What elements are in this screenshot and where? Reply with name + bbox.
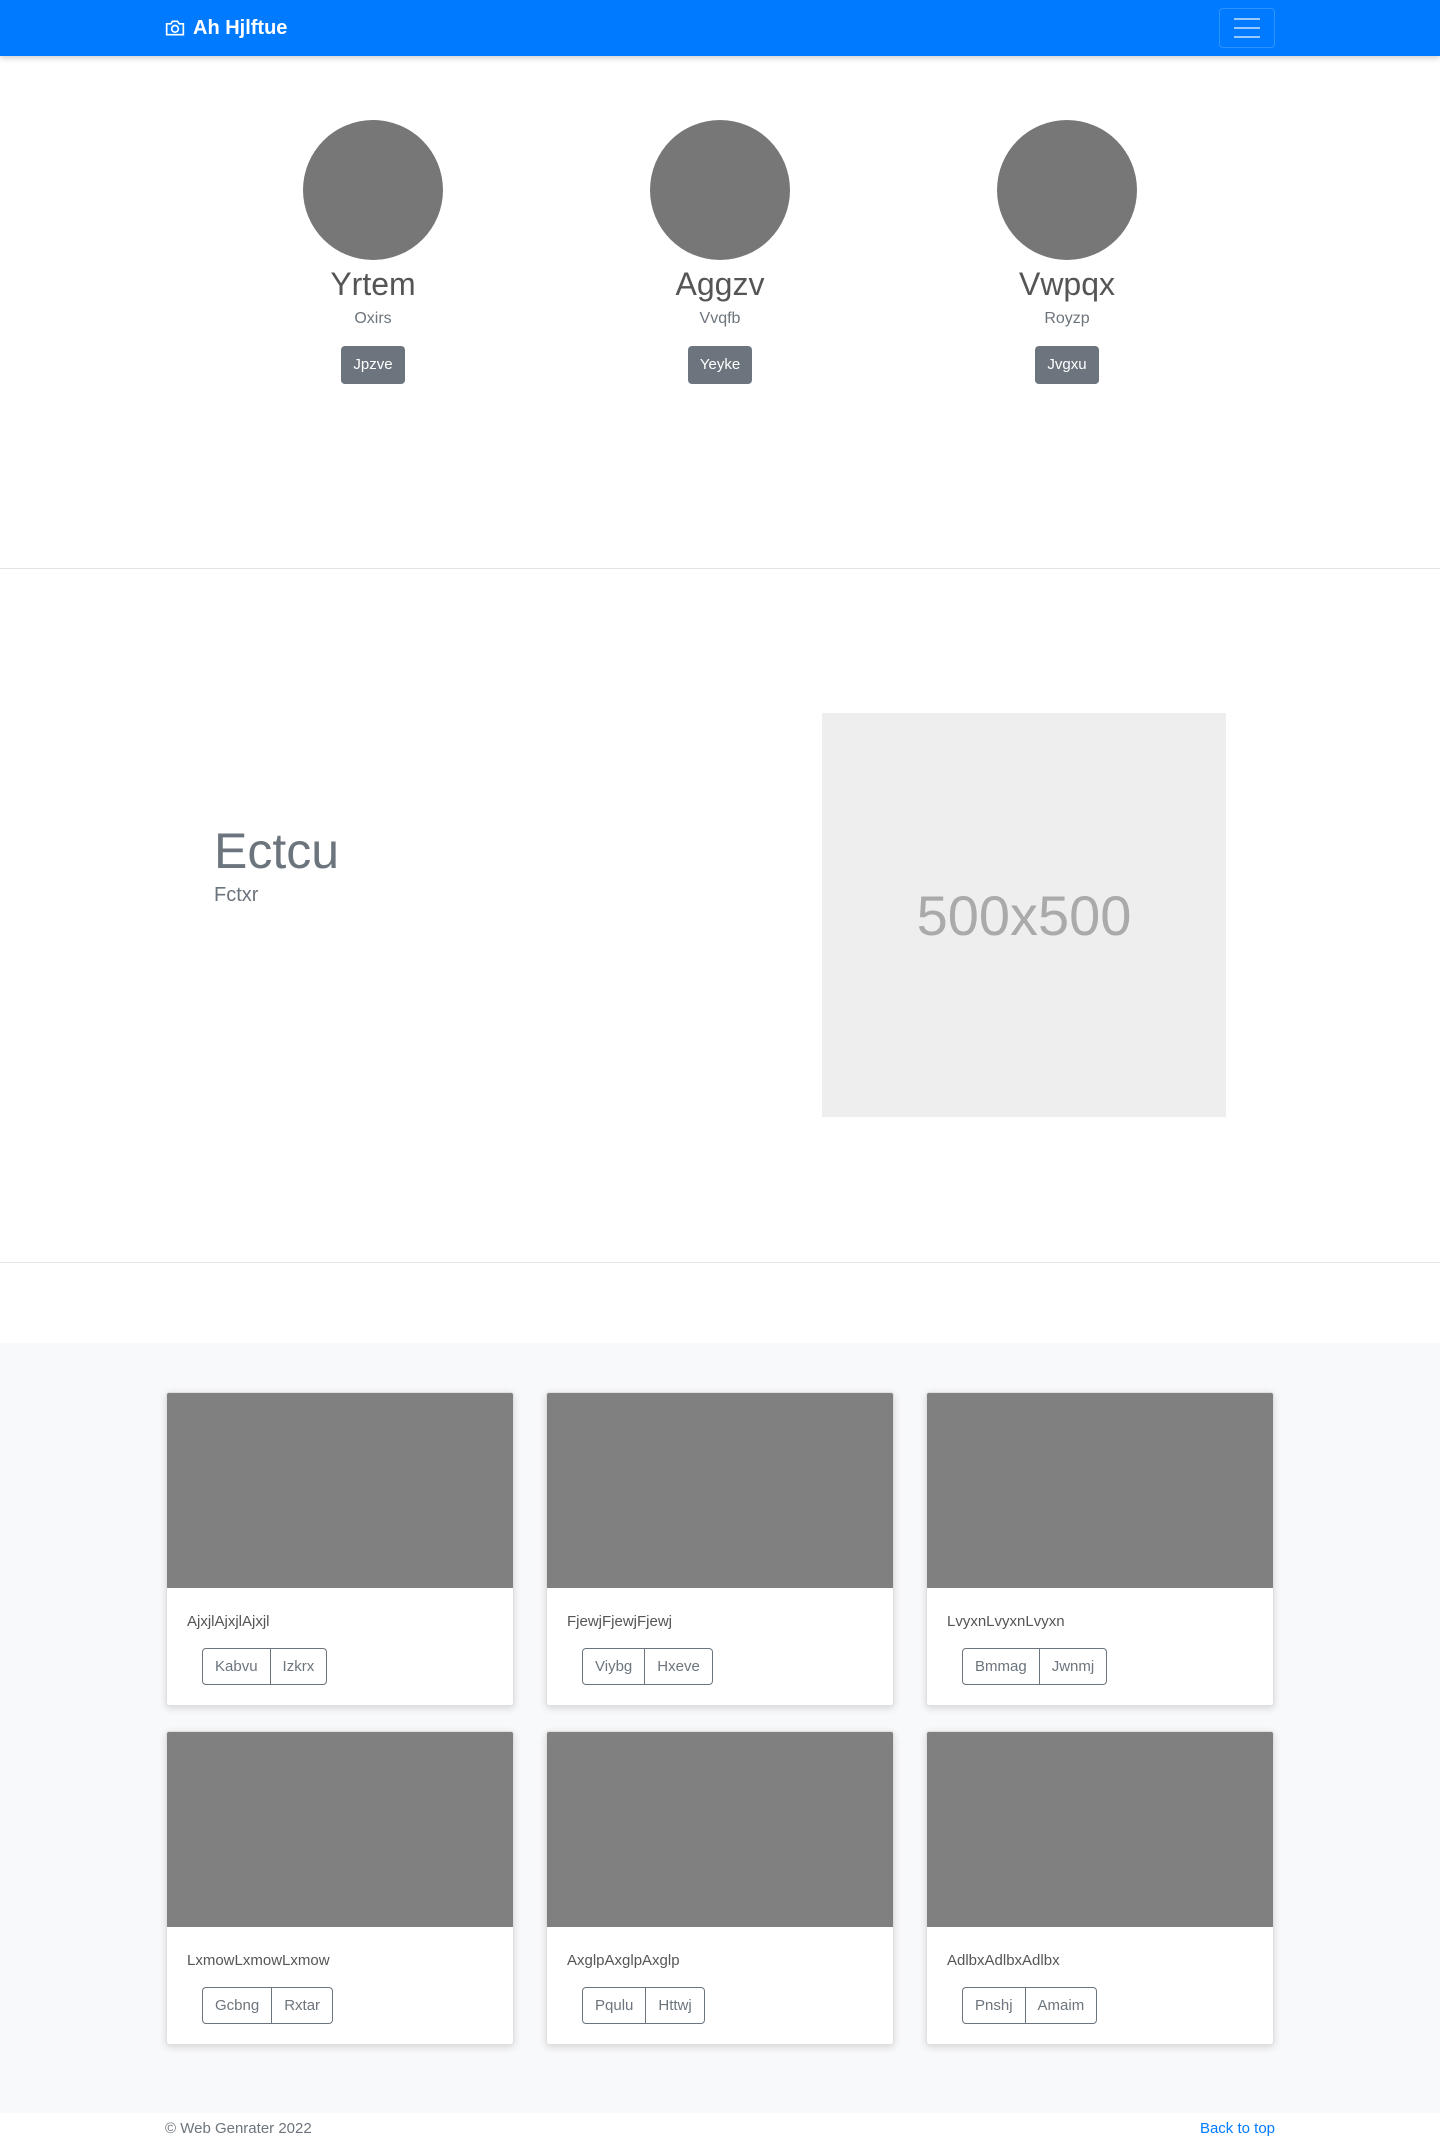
navbar: Ah Hjlftue [0, 0, 1440, 56]
gallery-card: LxmowLxmowLxmow Gcbng Rxtar [166, 1731, 514, 2045]
navbar-brand[interactable]: Ah Hjlftue [165, 14, 287, 42]
card-text: LvyxnLvyxnLvyxn [947, 1613, 1065, 1630]
card-view-button[interactable]: Bmmag [962, 1648, 1040, 1685]
card-view-button[interactable]: Viybg [582, 1648, 646, 1685]
person-card: Yrtem Oxirs Jpzve [253, 120, 493, 384]
card-image [167, 1393, 513, 1588]
card-edit-button[interactable]: Rxtar [272, 1987, 334, 2024]
card-button-group: Gcbng Rxtar [202, 1987, 334, 2024]
back-to-top-link[interactable]: Back to top [1200, 2120, 1275, 2137]
camera-icon [165, 20, 185, 36]
person-role: Oxirs [354, 310, 392, 327]
card-button-group: Viybg Hxeve [582, 1648, 713, 1685]
card-view-button[interactable]: Pqulu [582, 1987, 647, 2024]
card-edit-button[interactable]: Jwnmj [1039, 1648, 1108, 1685]
avatar [997, 120, 1137, 260]
person-role: Royzp [1044, 310, 1090, 327]
person-card: Vwpqx Royzp Jvgxu [947, 120, 1187, 384]
card-text: AxglpAxglpAxglp [567, 1952, 680, 1969]
card-edit-button[interactable]: Hxeve [645, 1648, 713, 1685]
card-button-group: Pqulu Httwj [582, 1987, 705, 2024]
brand-text: Ah Hjlftue [193, 16, 288, 39]
card-button-group: Bmmag Jwnmj [962, 1648, 1108, 1685]
person-action-button[interactable]: Yeyke [687, 346, 753, 384]
gallery-card: AxglpAxglpAxglp Pqulu Httwj [546, 1731, 894, 2045]
card-gallery: AjxjlAjxjlAjxjl Kabvu Izkrx FjewjFjewjFj… [0, 1343, 1440, 2113]
person-card: Aggzv Vvqfb Yeyke [600, 120, 840, 384]
gallery-card: LvyxnLvyxnLvyxn Bmmag Jwnmj [926, 1392, 1274, 1706]
avatar [650, 120, 790, 260]
person-action-button[interactable]: Jpzve [341, 346, 405, 384]
gallery-card: AjxjlAjxjlAjxjl Kabvu Izkrx [166, 1392, 514, 1706]
card-image [927, 1393, 1273, 1588]
card-edit-button[interactable]: Amaim [1025, 1987, 1098, 2024]
card-view-button[interactable]: Gcbng [202, 1987, 273, 2024]
card-edit-button[interactable]: Izkrx [270, 1648, 328, 1685]
card-image [167, 1732, 513, 1927]
person-name: Vwpqx [1018, 266, 1116, 302]
section-divider [0, 568, 1440, 569]
section-divider [0, 1262, 1440, 1263]
card-image [547, 1393, 893, 1588]
footer-copyright: © Web Genrater 2022 [165, 2120, 312, 2137]
card-image [547, 1732, 893, 1927]
person-role: Vvqfb [699, 310, 741, 327]
card-text: AjxjlAjxjlAjxjl [187, 1613, 270, 1630]
card-image [927, 1732, 1273, 1927]
feature-text: Ectcu Fctxr [214, 822, 339, 907]
card-button-group: Kabvu Izkrx [202, 1648, 328, 1685]
people-section: Yrtem Oxirs Jpzve Aggzv Vvqfb Yeyke Vwpq… [0, 120, 1440, 390]
card-view-button[interactable]: Pnshj [962, 1987, 1026, 2024]
person-name: Yrtem [330, 266, 416, 302]
person-name: Aggzv [675, 266, 765, 302]
hamburger-menu-icon [1234, 18, 1260, 20]
feature-title: Ectcu [214, 823, 340, 879]
feature-subtitle: Fctxr [214, 884, 259, 906]
card-text: FjewjFjewjFjewj [567, 1613, 673, 1630]
feature-image-placeholder: 500x500 [822, 713, 1226, 1117]
card-button-group: Pnshj Amaim [962, 1987, 1098, 2024]
navbar-toggler-button[interactable] [1219, 8, 1275, 48]
avatar [303, 120, 443, 260]
card-text: LxmowLxmowLxmow [187, 1952, 330, 1969]
card-text: AdlbxAdlbxAdlbx [947, 1952, 1060, 1969]
gallery-card: FjewjFjewjFjewj Viybg Hxeve [546, 1392, 894, 1706]
card-view-button[interactable]: Kabvu [202, 1648, 271, 1685]
card-edit-button[interactable]: Httwj [646, 1987, 705, 2024]
person-action-button[interactable]: Jvgxu [1035, 346, 1099, 384]
gallery-card: AdlbxAdlbxAdlbx Pnshj Amaim [926, 1731, 1274, 2045]
